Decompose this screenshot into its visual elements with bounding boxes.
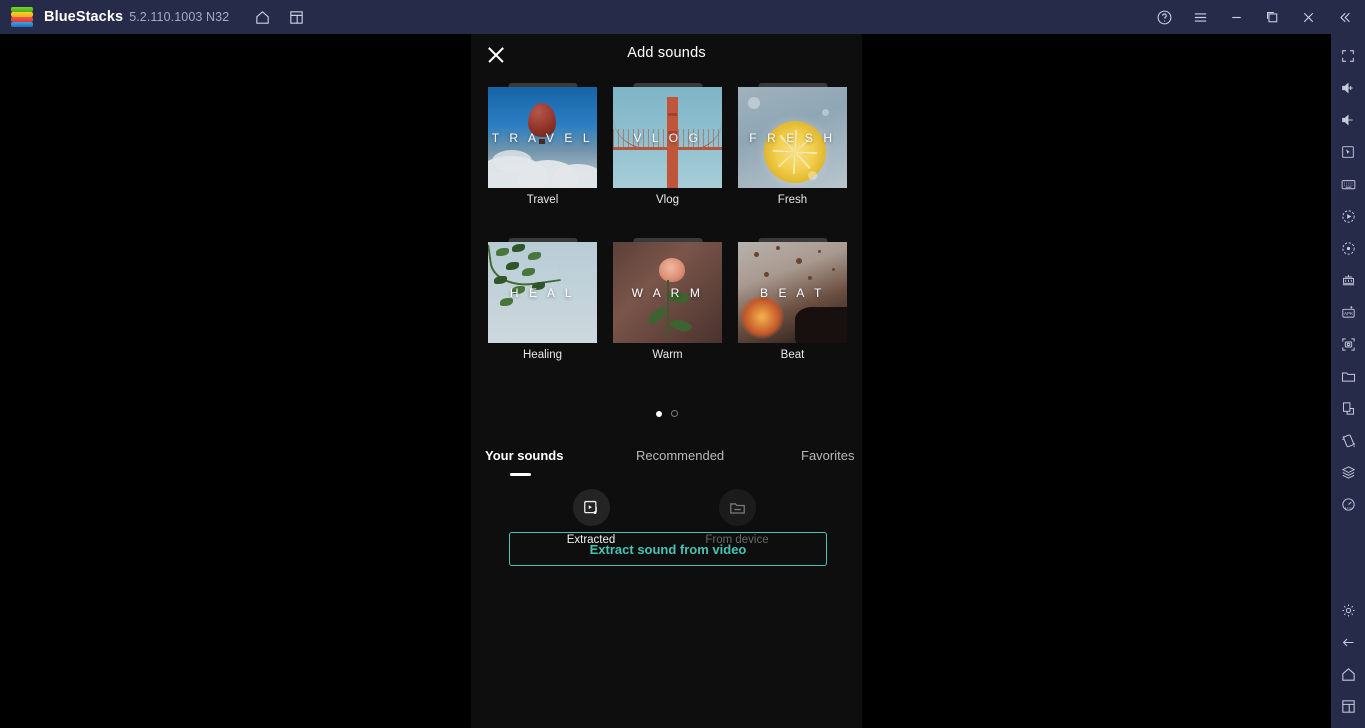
card-label: Travel: [526, 194, 559, 206]
sound-source-tabs: Your sounds Recommended Favorites: [471, 448, 862, 478]
card-word: B E A T: [759, 285, 825, 300]
tab-your-sounds[interactable]: Your sounds: [485, 448, 563, 463]
panel-header: Add sounds: [471, 34, 862, 76]
add-sounds-panel: Add sounds T R A V E L Travel V L O G Vl…: [471, 34, 862, 728]
card-artwork-vlog: V L O G: [613, 87, 722, 188]
app-version-text: 5.2.110.1003 N32: [129, 10, 230, 24]
titlebar-multi-instance-icon[interactable]: [281, 2, 311, 32]
media-folder-icon[interactable]: [1332, 360, 1364, 392]
pager-dot-2[interactable]: [670, 410, 678, 417]
tab-recommended[interactable]: Recommended: [636, 448, 724, 463]
card-word: W A R M: [631, 285, 704, 300]
close-icon[interactable]: [1293, 2, 1323, 32]
card-artwork-travel: T R A V E L: [488, 87, 597, 188]
copy-paste-icon[interactable]: [1332, 392, 1364, 424]
cursor-icon[interactable]: [1332, 136, 1364, 168]
card-label: Vlog: [655, 194, 680, 206]
category-card-healing[interactable]: H E A L Healing: [488, 238, 597, 361]
volume-down-icon[interactable]: [1332, 104, 1364, 136]
card-word: H E A L: [509, 285, 576, 300]
multi-instance-manager-icon[interactable]: [1332, 264, 1364, 296]
titlebar-home-icon[interactable]: [247, 2, 277, 32]
extract-sound-from-video-button[interactable]: Extract sound from video: [509, 532, 827, 566]
install-apk-icon[interactable]: APK: [1332, 296, 1364, 328]
card-label: Fresh: [777, 194, 808, 206]
keyboard-icon[interactable]: [1332, 168, 1364, 200]
folder-icon: [718, 489, 756, 526]
extracted-sound-icon: [572, 489, 610, 526]
card-artwork-fresh: F R E S H: [738, 87, 847, 188]
screenshot-icon[interactable]: [1332, 328, 1364, 360]
android-screen: Add sounds T R A V E L Travel V L O G Vl…: [0, 34, 1331, 728]
maximize-icon[interactable]: [1257, 2, 1287, 32]
settings-icon[interactable]: [1332, 594, 1364, 626]
shake-icon[interactable]: [1332, 424, 1364, 456]
pager-dot-1[interactable]: [655, 410, 662, 417]
app-title: BlueStacks 5.2.110.1003 N32: [44, 9, 229, 25]
bluestacks-logo-icon: [11, 7, 33, 27]
card-word: F R E S H: [749, 130, 836, 145]
collapse-sidebar-icon[interactable]: [1329, 2, 1359, 32]
sound-category-grid: T R A V E L Travel V L O G Vlog F R E S …: [488, 83, 847, 361]
back-icon[interactable]: [1332, 626, 1364, 658]
volume-up-icon[interactable]: [1332, 72, 1364, 104]
card-artwork-beat: B E A T: [738, 242, 847, 343]
home-icon[interactable]: [1332, 658, 1364, 690]
card-label: Beat: [780, 349, 805, 361]
app-window: BlueStacks 5.2.110.1003 N32 Add sounds T…: [0, 0, 1365, 728]
card-word: V L O G: [633, 130, 702, 145]
carousel-pager[interactable]: [471, 410, 862, 417]
right-toolbar: APK: [1331, 34, 1365, 728]
category-card-fresh[interactable]: F R E S H Fresh: [738, 83, 847, 206]
app-name-text: BlueStacks: [44, 9, 124, 25]
category-card-warm[interactable]: W A R M Warm: [613, 238, 722, 361]
help-icon[interactable]: [1149, 2, 1179, 32]
card-artwork-healing: H E A L: [488, 242, 597, 343]
category-card-beat[interactable]: B E A T Beat: [738, 238, 847, 361]
category-card-vlog[interactable]: V L O G Vlog: [613, 83, 722, 206]
title-bar: BlueStacks 5.2.110.1003 N32: [0, 0, 1365, 34]
card-label: Healing: [523, 349, 562, 361]
card-label: Warm: [652, 349, 683, 361]
category-card-travel[interactable]: T R A V E L Travel: [488, 83, 597, 206]
performance-icon[interactable]: [1332, 488, 1364, 520]
macro-icon[interactable]: [1332, 456, 1364, 488]
fullscreen-icon[interactable]: [1332, 40, 1364, 72]
recents-icon[interactable]: [1332, 690, 1364, 722]
card-artwork-warm: W A R M: [613, 242, 722, 343]
panel-title: Add sounds: [627, 45, 706, 61]
tab-favorites[interactable]: Favorites: [801, 448, 854, 463]
menu-icon[interactable]: [1185, 2, 1215, 32]
svg-text:APK: APK: [1343, 311, 1352, 316]
minimize-icon[interactable]: [1221, 2, 1251, 32]
active-tab-indicator: [510, 473, 531, 476]
record-icon[interactable]: [1332, 200, 1364, 232]
card-word: T R A V E L: [491, 130, 594, 145]
rotate-icon[interactable]: [1332, 232, 1364, 264]
